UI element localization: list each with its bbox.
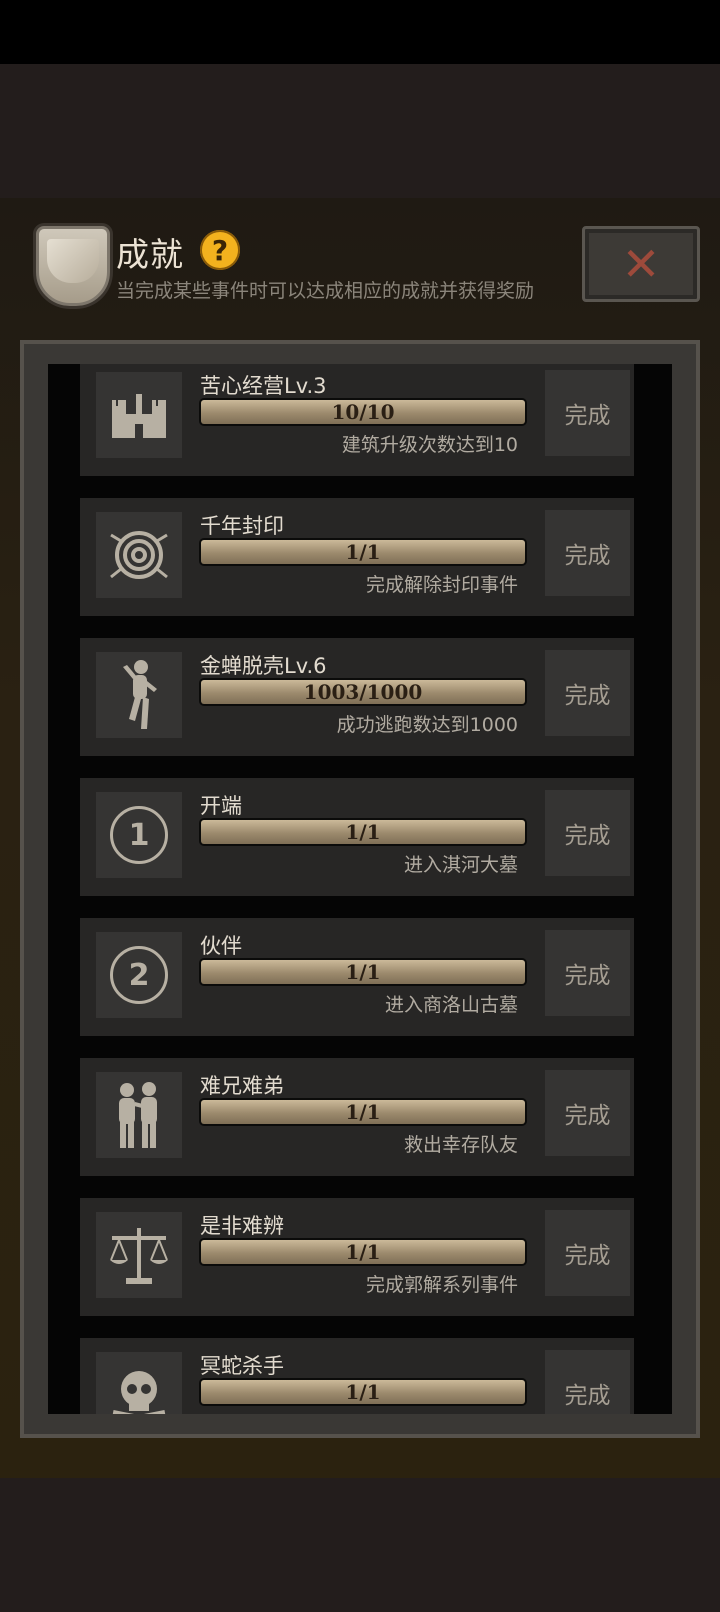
achievement-card: 2 伙伴 1/1 进入商洛山古墓 完成	[80, 918, 634, 1036]
page-subtitle: 当完成某些事件时可以达成相应的成就并获得奖励	[116, 280, 535, 302]
running-man-icon	[96, 652, 182, 738]
progress-text: 1/1	[345, 1380, 381, 1404]
achievement-description: 完成解除封印事件	[365, 574, 518, 596]
progress-text: 1/1	[345, 820, 381, 844]
progress-text: 1/1	[345, 540, 381, 564]
status-complete-button[interactable]: 完成	[545, 1070, 630, 1156]
achievement-description: 进入商洛山古墓	[384, 994, 518, 1016]
achievement-name: 开端	[200, 794, 242, 818]
achievement-card: 苦心经营Lv.3 10/10 建筑升级次数达到10 完成	[80, 364, 634, 476]
achievement-description: 进入淇河大墓	[403, 854, 518, 876]
number-one-glyph: 1	[110, 806, 168, 864]
status-complete-button[interactable]: 完成	[545, 1210, 630, 1296]
achievement-description: 完成郭解系列事件	[365, 1274, 518, 1296]
achievement-name: 苦心经营Lv.3	[200, 374, 327, 398]
number-two-icon: 2	[96, 932, 182, 1018]
achievement-description: 成功逃跑数达到1000	[336, 714, 518, 736]
achievement-name: 难兄难弟	[200, 1074, 284, 1098]
progress-bar: 1/1	[199, 1378, 527, 1406]
progress-text: 1003/1000	[303, 680, 423, 704]
achievement-name: 金蝉脱壳Lv.6	[200, 654, 327, 678]
progress-bar: 10/10	[199, 398, 527, 426]
progress-bar: 1/1	[199, 538, 527, 566]
seal-swirl-icon	[96, 512, 182, 598]
close-button[interactable]: ✕	[582, 226, 700, 302]
achievement-list-frame: 苦心经营Lv.3 10/10 建筑升级次数达到10 完成 千年封印 1/1 完成…	[20, 340, 700, 1438]
achievement-card: 是非难辨 1/1 完成郭解系列事件 完成	[80, 1198, 634, 1316]
scales-icon	[96, 1212, 182, 1298]
achievement-card: 难兄难弟 1/1 救出幸存队友 完成	[80, 1058, 634, 1176]
number-two-glyph: 2	[110, 946, 168, 1004]
achievement-list-scroll: 苦心经营Lv.3 10/10 建筑升级次数达到10 完成 千年封印 1/1 完成…	[80, 364, 634, 1414]
achievement-list[interactable]: 苦心经营Lv.3 10/10 建筑升级次数达到10 完成 千年封印 1/1 完成…	[48, 364, 672, 1414]
status-complete-button[interactable]: 完成	[545, 510, 630, 596]
progress-bar: 1/1	[199, 1098, 527, 1126]
skull-icon	[96, 1352, 182, 1414]
achievement-card: 冥蛇杀手 1/1 完成	[80, 1338, 634, 1414]
two-people-icon	[96, 1072, 182, 1158]
status-complete-button[interactable]: 完成	[545, 650, 630, 736]
progress-text: 10/10	[331, 400, 395, 424]
progress-text: 1/1	[345, 1240, 381, 1264]
status-bar	[0, 0, 720, 64]
progress-text: 1/1	[345, 960, 381, 984]
navigation-bar	[0, 1478, 720, 1612]
achievement-name: 冥蛇杀手	[200, 1354, 284, 1378]
status-complete-button[interactable]: 完成	[545, 1350, 630, 1414]
achievement-name: 是非难辨	[200, 1214, 284, 1238]
achievement-card: 千年封印 1/1 完成解除封印事件 完成	[80, 498, 634, 616]
castle-icon	[96, 372, 182, 458]
status-complete-button[interactable]: 完成	[545, 930, 630, 1016]
page-title: 成就	[116, 235, 184, 274]
progress-bar: 1/1	[199, 1238, 527, 1266]
status-complete-button[interactable]: 完成	[545, 790, 630, 876]
progress-bar: 1003/1000	[199, 678, 527, 706]
status-complete-button[interactable]: 完成	[545, 370, 630, 456]
achievement-name: 千年封印	[200, 514, 284, 538]
achievement-description: 救出幸存队友	[403, 1134, 518, 1156]
progress-bar: 1/1	[199, 958, 527, 986]
shield-emblem-icon	[36, 226, 110, 306]
achievement-card: 金蝉脱壳Lv.6 1003/1000 成功逃跑数达到1000 完成	[80, 638, 634, 756]
help-icon[interactable]: ?	[200, 230, 240, 270]
progress-text: 1/1	[345, 1100, 381, 1124]
achievement-description: 建筑升级次数达到10	[341, 434, 518, 456]
number-one-icon: 1	[96, 792, 182, 878]
progress-bar: 1/1	[199, 818, 527, 846]
achievement-name: 伙伴	[200, 934, 242, 958]
close-icon: ✕	[621, 237, 661, 291]
achievement-card: 1 开端 1/1 进入淇河大墓 完成	[80, 778, 634, 896]
